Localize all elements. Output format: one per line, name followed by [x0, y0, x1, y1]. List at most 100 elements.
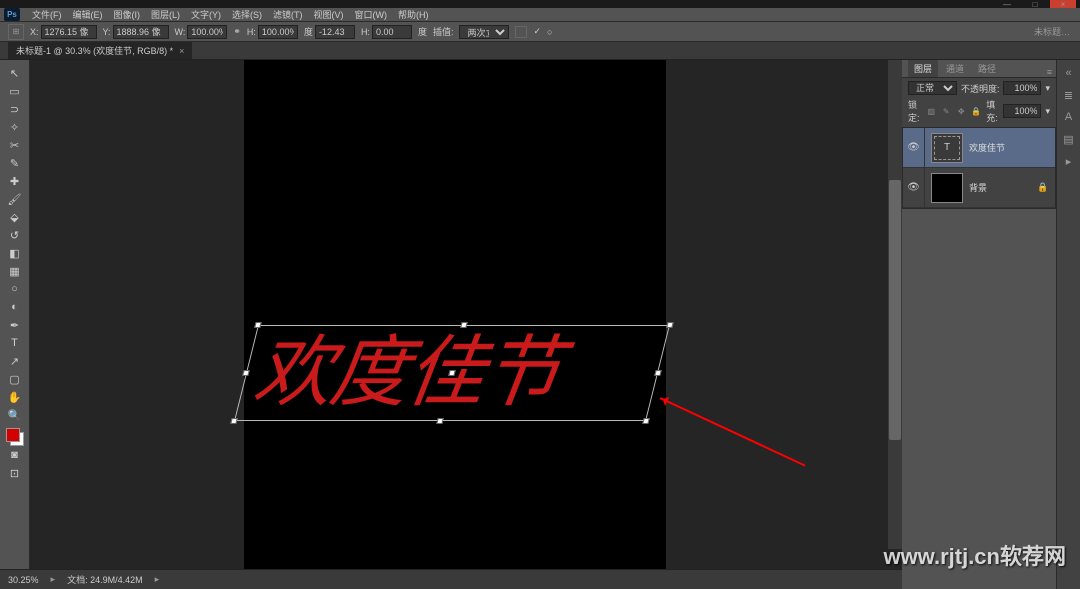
status-zoom[interactable]: 30.25%	[8, 575, 39, 585]
menu-image[interactable]: 图像(I)	[109, 8, 146, 21]
mini-swatch-icon[interactable]: ▤	[1060, 130, 1078, 148]
layer-name[interactable]: 背景	[969, 181, 1037, 194]
opt-y-input[interactable]	[113, 25, 169, 39]
opacity-dd-icon[interactable]: ▾	[1045, 83, 1050, 94]
layer-name[interactable]: 欢度佳节	[969, 141, 1055, 154]
lock-image-icon[interactable]: ✎	[940, 105, 952, 117]
app-logo-icon: Ps	[4, 8, 20, 21]
options-bar: ⊞ X: Y: W: ⚭ H: 度 H: 度 插值: 两次立… ✓ ○ 未标题…	[0, 22, 1080, 42]
canvas[interactable]: 欢度佳节	[244, 60, 666, 569]
layer-vis-icon[interactable]: 👁	[903, 168, 925, 207]
path-tool-icon[interactable]: ↗	[4, 352, 26, 370]
zoom-tool-icon[interactable]: 🔍	[4, 406, 26, 424]
handle-br[interactable]	[642, 418, 649, 424]
foreground-color[interactable]	[6, 428, 20, 442]
layer-thumb-text[interactable]: T	[931, 133, 963, 163]
layer-vis-icon[interactable]: 👁	[903, 128, 925, 167]
blur-tool-icon[interactable]: ○	[4, 280, 26, 298]
menu-help[interactable]: 帮助(H)	[393, 8, 434, 21]
mini-play-icon[interactable]: ▸	[1060, 152, 1078, 170]
screenmode-icon[interactable]: ⊡	[4, 464, 26, 482]
opt-commit-icon[interactable]: ✓	[533, 26, 541, 37]
opt-x-input[interactable]	[41, 25, 97, 39]
transform-box[interactable]	[234, 325, 670, 421]
lock-trans-icon[interactable]: ▨	[925, 105, 937, 117]
doc-tab-title: 未标题-1 @ 30.3% (欢度佳节, RGB/8) *	[16, 44, 173, 57]
mini-char-icon[interactable]: A	[1060, 108, 1078, 126]
hand-tool-icon[interactable]: ✋	[4, 388, 26, 406]
eraser-tool-icon[interactable]: ◧	[4, 244, 26, 262]
tab-layers[interactable]: 图层	[908, 60, 938, 77]
opacity-input[interactable]	[1003, 81, 1041, 95]
min-button[interactable]: —	[994, 0, 1020, 8]
opt-skewh-input[interactable]	[372, 25, 412, 39]
opt-w-input[interactable]	[187, 25, 227, 39]
menu-layer[interactable]: 图层(L)	[146, 8, 185, 21]
eyedropper-tool-icon[interactable]: ✎	[4, 154, 26, 172]
shape-tool-icon[interactable]: ▢	[4, 370, 26, 388]
menu-view[interactable]: 视图(V)	[309, 8, 349, 21]
layer-thumb-bg[interactable]	[931, 173, 963, 203]
fill-label: 填充:	[986, 98, 999, 124]
heal-tool-icon[interactable]: ✚	[4, 172, 26, 190]
panel-menu-icon[interactable]: ≡	[1047, 67, 1052, 77]
menu-file[interactable]: 文件(F)	[27, 8, 67, 21]
menu-select[interactable]: 选择(S)	[227, 8, 267, 21]
color-swatch[interactable]	[6, 428, 24, 446]
handle-ml[interactable]	[242, 370, 249, 376]
opt-interp-select[interactable]: 两次立…	[459, 25, 509, 39]
fill-input[interactable]	[1003, 104, 1041, 118]
lasso-tool-icon[interactable]: ⊃	[4, 100, 26, 118]
type-tool-icon[interactable]: T	[4, 334, 26, 352]
move-tool-icon[interactable]: ↖	[4, 64, 26, 82]
handle-tr[interactable]	[666, 322, 673, 328]
menu-edit[interactable]: 编辑(E)	[68, 8, 108, 21]
scrollbar-v[interactable]	[888, 60, 902, 549]
opt-h-input[interactable]	[258, 25, 298, 39]
opt-cancel-icon[interactable]	[515, 26, 527, 38]
layer-lock-icon: 🔒	[1037, 182, 1055, 193]
dodge-tool-icon[interactable]: ◐	[4, 298, 26, 316]
doc-tab[interactable]: 未标题-1 @ 30.3% (欢度佳节, RGB/8) * ×	[8, 42, 192, 59]
gradient-tool-icon[interactable]: ▦	[4, 262, 26, 280]
crop-tool-icon[interactable]: ✂	[4, 136, 26, 154]
stamp-tool-icon[interactable]: ⬙	[4, 208, 26, 226]
brush-tool-icon[interactable]: 🖌	[4, 190, 26, 208]
mini-history-icon[interactable]: ≣	[1060, 86, 1078, 104]
history-tool-icon[interactable]: ↺	[4, 226, 26, 244]
marquee-tool-icon[interactable]: ▭	[4, 82, 26, 100]
layer-row[interactable]: 👁 T 欢度佳节	[903, 128, 1055, 168]
menu-filter[interactable]: 滤镜(T)	[268, 8, 308, 21]
menu-window[interactable]: 窗口(W)	[350, 8, 393, 21]
quickmask-icon[interactable]: ◙	[4, 446, 26, 464]
lock-all-icon[interactable]: 🔒	[970, 105, 982, 117]
max-button[interactable]: □	[1022, 0, 1048, 8]
wand-tool-icon[interactable]: ✧	[4, 118, 26, 136]
handle-tc[interactable]	[460, 322, 467, 328]
handle-bc[interactable]	[436, 418, 443, 424]
opt-interp-label: 插值:	[433, 25, 454, 38]
handle-bl[interactable]	[230, 418, 237, 424]
status-arrow2-icon[interactable]: ▸	[155, 574, 160, 585]
handle-mr[interactable]	[654, 370, 661, 376]
doc-tab-close-icon[interactable]: ×	[179, 46, 184, 56]
handle-tl[interactable]	[254, 322, 261, 328]
status-arrow-icon[interactable]: ▸	[51, 574, 56, 585]
layer-row[interactable]: 👁 背景 🔒	[903, 168, 1055, 208]
mini-collapse-icon[interactable]: «	[1060, 64, 1078, 82]
link-icon[interactable]: ⚭	[233, 26, 241, 37]
opt-rot-input[interactable]	[315, 25, 355, 39]
scrollbar-thumb[interactable]	[889, 180, 901, 440]
opt-reset-icon[interactable]: ○	[547, 27, 552, 37]
menu-type[interactable]: 文字(Y)	[186, 8, 226, 21]
opt-skewh-label: H:	[361, 27, 370, 37]
reference-point-icon[interactable]: ⊞	[8, 24, 24, 40]
tab-channels[interactable]: 通道	[940, 60, 970, 77]
lock-pos-icon[interactable]: ✥	[955, 105, 967, 117]
fill-dd-icon[interactable]: ▾	[1045, 106, 1050, 117]
handle-center[interactable]	[448, 370, 455, 376]
blend-mode-select[interactable]: 正常	[908, 81, 957, 95]
close-button[interactable]: ×	[1050, 0, 1076, 8]
pen-tool-icon[interactable]: ✒	[4, 316, 26, 334]
tab-paths[interactable]: 路径	[972, 60, 1002, 77]
